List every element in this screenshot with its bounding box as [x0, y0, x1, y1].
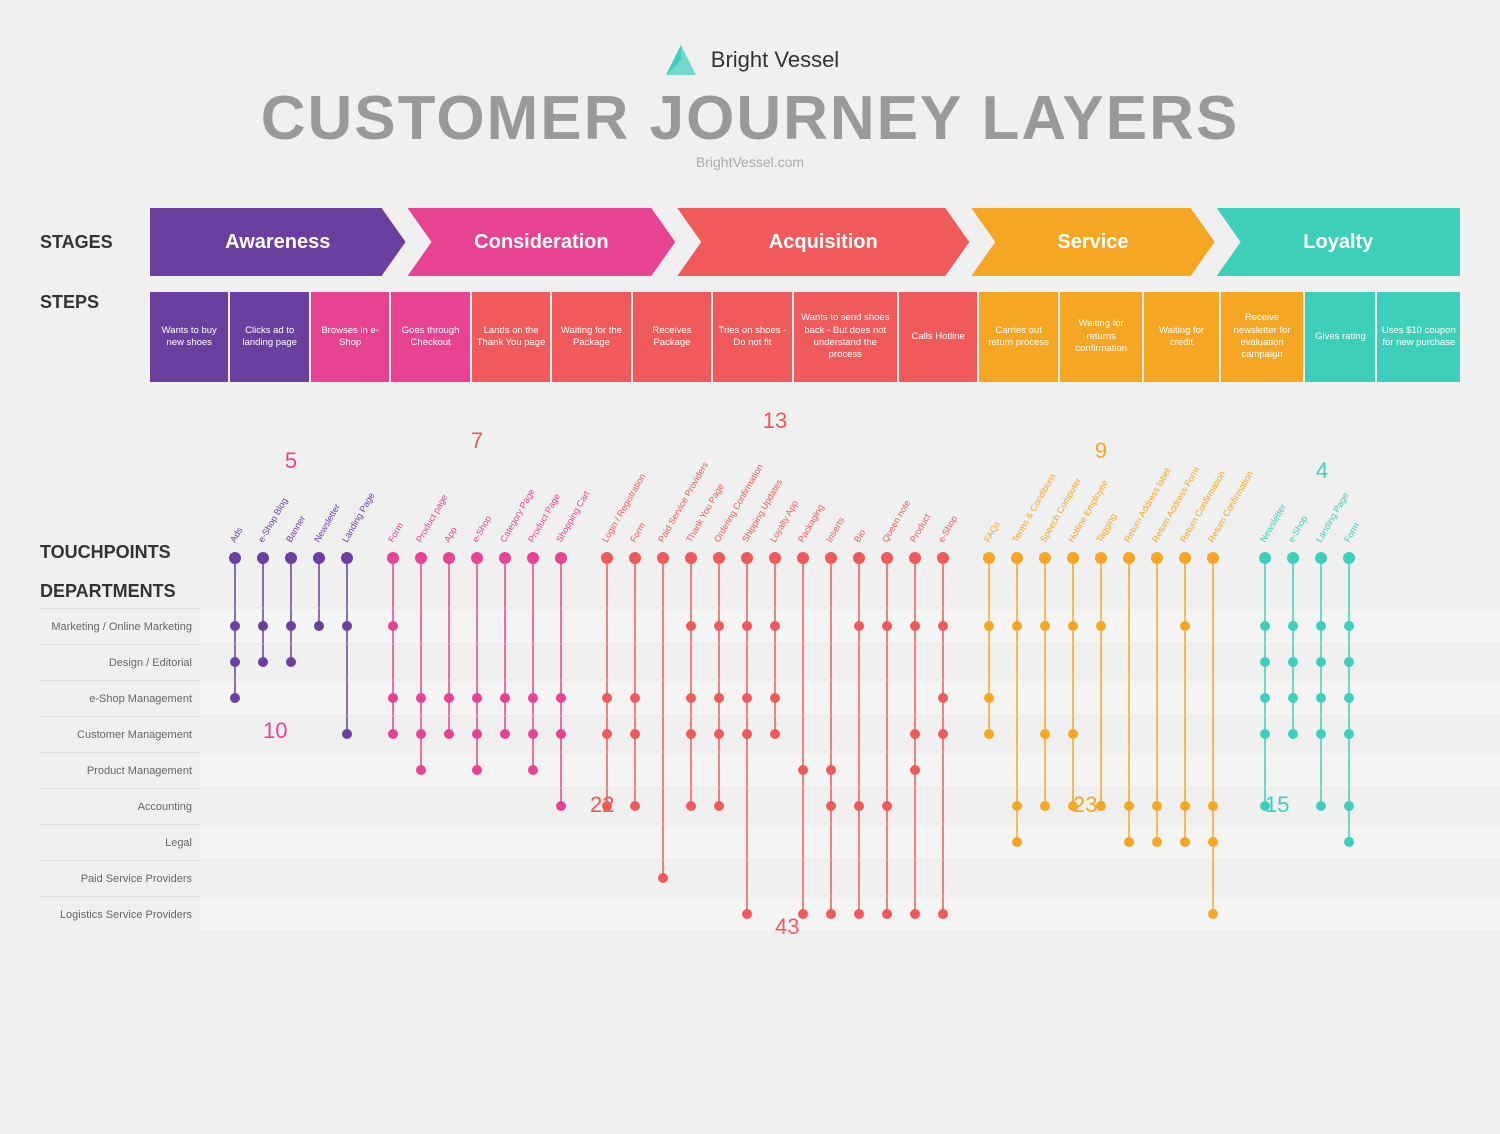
svg-text:e-Shop: e-Shop [470, 514, 493, 544]
dept-label-7: Paid Service Providers [40, 860, 200, 896]
touchpoints-label: TOUCHPOINTS [40, 542, 171, 563]
svg-text:Newsletter: Newsletter [312, 502, 342, 544]
step-0: Wants to buy new shoes [150, 292, 228, 382]
svg-text:e-Shop: e-Shop [936, 514, 959, 544]
dept-label-1: Design / Editorial [40, 644, 200, 680]
step-7: Tries on shoes - Do not fit [713, 292, 791, 382]
logo-area: Bright Vessel [40, 40, 1460, 80]
svg-text:App: App [442, 525, 459, 544]
svg-text:Packaging: Packaging [796, 503, 826, 544]
svg-text:Queen note: Queen note [880, 498, 912, 544]
svg-text:Newsletter: Newsletter [1258, 502, 1288, 544]
step-13: Receive newsletter for evaluation campai… [1221, 292, 1304, 382]
svg-text:Bio: Bio [852, 528, 867, 544]
svg-text:15: 15 [1265, 792, 1289, 817]
dept-label-4: Product Management [40, 752, 200, 788]
stage-awareness: Awareness [150, 208, 406, 276]
svg-text:Ads: Ads [228, 525, 245, 544]
steps-label: STEPS [40, 292, 150, 382]
dept-label-2: e-Shop Management [40, 680, 200, 716]
svg-text:5: 5 [285, 448, 297, 473]
svg-text:Loyalty App: Loyalty App [768, 499, 800, 544]
svg-text:4: 4 [1316, 458, 1328, 483]
svg-text:Form: Form [1342, 521, 1361, 544]
svg-text:Landing Page: Landing Page [340, 491, 376, 544]
svg-text:Paid Service Providers: Paid Service Providers [656, 460, 710, 544]
stage-acquisition: Acquisition [677, 208, 969, 276]
svg-text:9: 9 [1095, 438, 1107, 463]
steps-row: Wants to buy new shoes Clicks ad to land… [150, 292, 1460, 382]
dept-labels-container: Marketing / Online MarketingDesign / Edi… [40, 608, 200, 932]
header: Bright Vessel CUSTOMER JOURNEY LAYERS Br… [40, 20, 1460, 180]
dept-label-3: Customer Management [40, 716, 200, 752]
departments-label: DEPARTMENTS [40, 581, 200, 602]
step-3: Goes through Checkout [391, 292, 469, 382]
step-4: Lands on the Thank You page [472, 292, 550, 382]
svg-text:7: 7 [471, 428, 483, 453]
step-8: Wants to send shoes back - But does not … [794, 292, 897, 382]
dept-label-0: Marketing / Online Marketing [40, 608, 200, 644]
step-10: Carries out return process [979, 292, 1057, 382]
dept-label-5: Accounting [40, 788, 200, 824]
touchpoints-label-area: TOUCHPOINTS [40, 398, 200, 573]
step-2: Browses in e-Shop [311, 292, 389, 382]
page: Bright Vessel CUSTOMER JOURNEY LAYERS Br… [0, 0, 1500, 982]
svg-text:e-Shop: e-Shop [1286, 514, 1309, 544]
stages-section: STAGES Awareness Consideration Acquisiti… [40, 208, 1460, 276]
svg-text:Inserts: Inserts [824, 515, 846, 544]
dept-label-6: Legal [40, 824, 200, 860]
dept-label-8: Logistics Service Providers [40, 896, 200, 932]
step-11: Waiting for returns confirmation [1060, 292, 1143, 382]
svg-text:10: 10 [263, 718, 287, 743]
stage-loyalty: Loyalty [1217, 208, 1460, 276]
svg-text:23: 23 [1073, 792, 1097, 817]
stage-consideration: Consideration [408, 208, 676, 276]
svg-text:Banner: Banner [284, 514, 307, 544]
step-1: Clicks ad to landing page [230, 292, 308, 382]
svg-text:43: 43 [775, 914, 799, 939]
step-14: Gives rating [1305, 292, 1375, 382]
step-9: Calls Hotline [899, 292, 977, 382]
chart-section: TOUCHPOINTS DEPARTMENTS Marketing / Onli… [40, 398, 1460, 962]
svg-text:13: 13 [763, 408, 787, 433]
step-6: Receives Package [633, 292, 711, 382]
svg-text:Form: Form [386, 521, 405, 544]
left-labels: TOUCHPOINTS DEPARTMENTS Marketing / Onli… [40, 398, 200, 962]
svg-text:Form: Form [628, 521, 647, 544]
step-15: Uses $10 coupon for new purchase [1377, 292, 1460, 382]
steps-section: STEPS Wants to buy new shoes Clicks ad t… [40, 292, 1460, 382]
step-5: Waiting for the Package [552, 292, 630, 382]
main-chart-svg: Adse-Shop BlogBannerNewsletterLanding Pa… [200, 398, 1500, 962]
chart-area: Adse-Shop BlogBannerNewsletterLanding Pa… [200, 398, 1500, 962]
svg-text:22: 22 [590, 792, 614, 817]
svg-text:Tagging: Tagging [1094, 512, 1118, 544]
page-title: CUSTOMER JOURNEY LAYERS [40, 88, 1460, 150]
departments-area: DEPARTMENTS Marketing / Online Marketing… [40, 581, 200, 932]
svg-text:Product: Product [908, 512, 932, 544]
svg-text:FAQs: FAQs [982, 519, 1002, 544]
logo-text: Bright Vessel [711, 47, 839, 73]
stages-row: Awareness Consideration Acquisition Serv… [150, 208, 1460, 276]
logo-icon [661, 40, 701, 80]
stage-service: Service [971, 208, 1214, 276]
page-subtitle: BrightVessel.com [40, 154, 1460, 170]
step-12: Waiting for credit [1144, 292, 1218, 382]
stages-label: STAGES [40, 232, 150, 253]
svg-text:Ordering Confirmation: Ordering Confirmation [712, 462, 765, 544]
